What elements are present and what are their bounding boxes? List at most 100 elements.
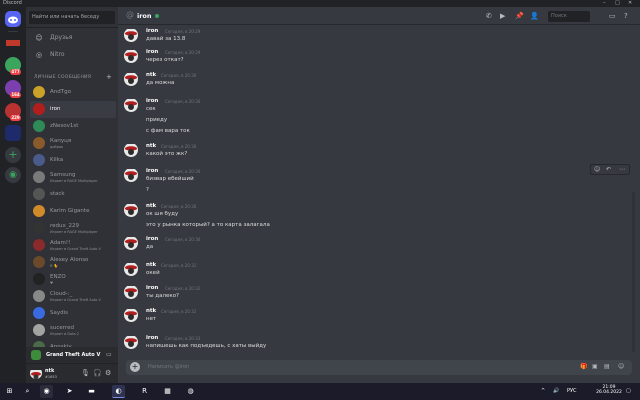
emoji-icon[interactable]: ☺	[618, 363, 624, 370]
dm-name: sucerred	[50, 325, 74, 331]
add-server-icon[interactable]: +	[5, 147, 21, 163]
message-author[interactable]: iron	[146, 236, 158, 242]
dm-item[interactable]: iron	[30, 101, 116, 118]
message-avatar[interactable]	[124, 72, 138, 86]
message-author[interactable]: ntk	[146, 308, 156, 314]
message-author[interactable]: iron	[146, 168, 158, 174]
inbox-icon[interactable]: ▭	[609, 11, 616, 21]
message-avatar[interactable]	[124, 308, 138, 322]
close-icon[interactable]: ✕	[628, 0, 632, 7]
message-author[interactable]: ntk	[146, 72, 156, 78]
create-dm-icon[interactable]: +	[106, 73, 112, 81]
clock[interactable]: 21:09 26.04.2022	[596, 385, 622, 395]
telegram-icon[interactable]: ➤	[63, 385, 76, 398]
dm-name: Saydis	[50, 310, 69, 316]
explore-servers-icon[interactable]: ◉	[5, 167, 21, 183]
dm-item[interactable]: ENZO ♥	[30, 271, 116, 288]
voice-call-icon[interactable]: ✆	[486, 11, 492, 21]
message-avatar[interactable]	[124, 98, 138, 112]
home-button[interactable]	[5, 11, 21, 27]
dm-item[interactable]: Karim Gigante	[30, 203, 116, 220]
chrome-icon[interactable]: ◉	[40, 385, 53, 398]
message-avatar[interactable]	[124, 28, 138, 42]
add-friend-icon[interactable]: 👤	[530, 11, 539, 21]
message-author[interactable]: ntk	[146, 143, 156, 149]
dm-item[interactable]: Adam!! Играет в Grand Theft Auto V	[30, 237, 116, 254]
search-icon[interactable]: ⌕	[21, 385, 34, 398]
dm-item[interactable]: Saydis	[30, 305, 116, 322]
avatar	[33, 324, 45, 336]
dm-item[interactable]: Alexey Alonso Я 🐈	[30, 254, 116, 271]
tray-up-icon[interactable]: ^	[541, 388, 545, 394]
chat-search-input[interactable]: Поиск	[548, 11, 590, 22]
add-reaction-icon[interactable]: ☺	[594, 166, 600, 173]
minimize-icon[interactable]: –	[603, 0, 606, 7]
dm-item[interactable]: Капуця добряк	[30, 135, 116, 152]
gif-icon[interactable]: ▣	[592, 363, 598, 370]
divider	[26, 27, 118, 28]
dm-item[interactable]: AndTgo	[30, 84, 116, 101]
dm-item[interactable]: stack	[30, 186, 116, 203]
screen-share-icon[interactable]: ▭	[106, 351, 112, 358]
server-icon-dark[interactable]	[5, 125, 21, 141]
message-avatar[interactable]	[124, 285, 138, 299]
message-author[interactable]: iron	[146, 49, 158, 55]
dm-item[interactable]: Kilka	[30, 152, 116, 169]
message-author[interactable]: iron	[146, 335, 158, 341]
dm-item[interactable]: redux_229 Играет в RAGE Multiplayer	[30, 220, 116, 237]
speaker-icon[interactable]: 🔊	[553, 388, 559, 394]
discord-taskbar-icon[interactable]: ◐	[112, 385, 125, 398]
more-options-icon[interactable]: ⋯	[619, 166, 625, 173]
server-icon-bright[interactable]	[5, 35, 21, 51]
game-icon[interactable]: ◍	[184, 385, 197, 398]
message-author[interactable]: iron	[146, 285, 158, 291]
message-text: через откат?	[146, 57, 184, 63]
dm-search-input[interactable]: Найти или начать беседу	[29, 11, 115, 24]
attach-plus-icon[interactable]: +	[130, 362, 140, 372]
scrollbar[interactable]	[632, 192, 635, 352]
sticker-icon[interactable]: ▤	[604, 363, 610, 370]
pinned-messages-icon[interactable]: 📌	[515, 11, 524, 21]
rockstar-icon[interactable]: R	[138, 385, 151, 398]
message-text: нет	[146, 316, 157, 322]
maximize-icon[interactable]: □	[615, 0, 620, 7]
avatar	[33, 205, 45, 217]
user-avatar[interactable]	[30, 367, 42, 379]
microphone-icon[interactable]: 🎙	[81, 369, 90, 377]
message-author[interactable]: iron	[146, 28, 158, 34]
message-avatar[interactable]	[124, 203, 138, 217]
language-indicator[interactable]: РУС	[567, 388, 577, 394]
dm-item[interactable]: zNesov1st	[30, 118, 116, 135]
message-text: ?	[146, 187, 149, 193]
message-composer[interactable]: + Написать @iron 🎁 ▣ ▤ ☺	[126, 360, 632, 375]
windows-start-icon[interactable]: ⊞	[3, 385, 16, 398]
app-icon[interactable]: ▦	[161, 385, 174, 398]
message-avatar[interactable]	[124, 335, 138, 349]
video-call-icon[interactable]: ▶	[500, 11, 505, 21]
message-author[interactable]: ntk	[146, 262, 156, 268]
help-icon[interactable]: ?	[624, 11, 628, 21]
nav-friends[interactable]: ☺ Друзья	[30, 32, 114, 44]
dm-item[interactable]: sucerred Играет в Dota 2	[30, 322, 116, 339]
reply-icon[interactable]: ↶	[606, 166, 611, 173]
nav-nitro[interactable]: ◎ Nitro	[30, 49, 114, 61]
headphones-icon[interactable]: 🎧	[93, 369, 102, 377]
message-avatar[interactable]	[124, 143, 138, 157]
notifications-icon[interactable]: ▢	[626, 388, 631, 394]
dm-name: zNesov1st	[50, 123, 79, 129]
dm-item[interactable]: Samsung Играет в RAGE Multiplayer	[30, 169, 116, 186]
game-icon	[31, 350, 41, 360]
gift-icon[interactable]: 🎁	[580, 363, 587, 370]
message-author[interactable]: ntk	[146, 203, 156, 209]
explorer-icon[interactable]: ▬	[85, 385, 98, 398]
now-playing-bar[interactable]: Grand Theft Auto V ▭	[26, 347, 118, 364]
dm-item[interactable]: Cloud-:_ Играет в Grand Theft Auto V	[30, 288, 116, 305]
composer-input[interactable]: Написать @iron	[148, 364, 189, 370]
message-avatar[interactable]	[124, 262, 138, 276]
message-avatar[interactable]	[124, 49, 138, 63]
message-avatar[interactable]	[124, 236, 138, 250]
message-author[interactable]: iron	[146, 98, 158, 104]
nav-friends-label: Друзья	[50, 34, 73, 41]
message-avatar[interactable]	[124, 168, 138, 182]
settings-gear-icon[interactable]: ⚙	[105, 369, 111, 377]
